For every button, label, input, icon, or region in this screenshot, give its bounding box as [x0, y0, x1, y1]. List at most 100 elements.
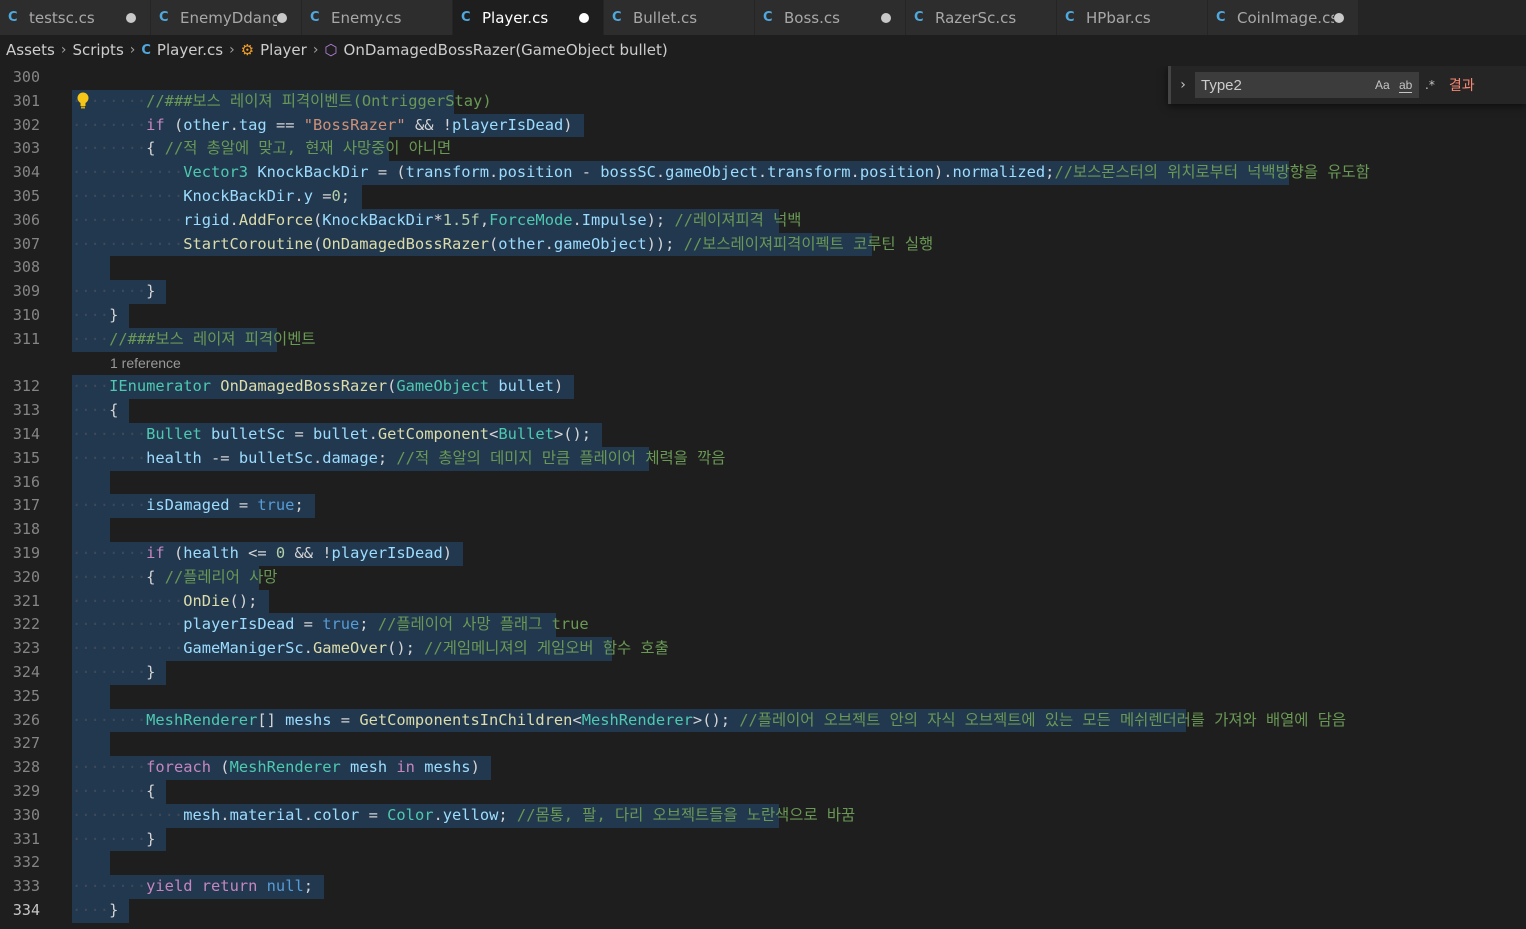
whitespace-indicator: ········	[72, 496, 147, 515]
code-line[interactable]: ········MeshRenderer[] meshs = GetCompon…	[72, 709, 1346, 733]
code-line[interactable]: ········}	[72, 828, 155, 852]
codelens-references[interactable]: 1 reference	[110, 352, 181, 376]
code-line[interactable]: ········Bullet bulletSc = bullet.GetComp…	[72, 423, 591, 447]
code-line[interactable]: ············Vector3 KnockBackDir = (tran…	[72, 161, 1370, 185]
code-token: <	[572, 710, 582, 729]
csharp-file-icon: C	[1216, 10, 1226, 25]
code-token: ();	[387, 639, 425, 658]
code-token: ;	[359, 615, 378, 634]
whitespace-indicator: ····	[72, 329, 110, 348]
whitespace-indicator: ············	[72, 163, 184, 182]
whitespace-indicator: ········	[72, 758, 147, 777]
code-line[interactable]: ············StartCoroutine(OnDamagedBoss…	[72, 233, 933, 257]
close-tab-placeholder[interactable]	[1183, 13, 1193, 23]
tab-testsc-cs[interactable]: Ctestsc.cs	[0, 0, 151, 35]
code-line[interactable]: ········{ //플레리어 사망	[72, 566, 277, 590]
code-token: bullet	[498, 377, 554, 396]
code-area[interactable]: ········//###보스 레이져 피격이벤트(OntriggerStay)…	[72, 66, 1526, 929]
breadcrumb-scripts[interactable]: Scripts	[72, 41, 123, 59]
code-token: y	[303, 187, 313, 205]
regex-toggle[interactable]: .*	[1425, 78, 1435, 92]
code-line[interactable]: ····}	[72, 304, 118, 328]
whitespace-indicator: ········	[72, 448, 147, 467]
code-line[interactable]: ············playerIsDead = true; //플레이어 …	[72, 613, 589, 637]
lightbulb-icon[interactable]	[76, 92, 90, 110]
unsaved-dot-icon[interactable]	[126, 12, 136, 23]
code-token: //보스레이져피격이펙트 코루틴 실행	[683, 234, 934, 253]
code-token: other	[183, 115, 230, 134]
breadcrumb-method[interactable]: OnDamagedBossRazer(GameObject bullet)	[344, 41, 668, 59]
whole-word-toggle[interactable]: ab	[1399, 78, 1413, 93]
breadcrumb-assets[interactable]: Assets	[6, 41, 55, 59]
whitespace-indicator: ············	[72, 210, 184, 229]
close-tab-placeholder[interactable]	[1032, 13, 1042, 23]
tab-player-cs[interactable]: C Player.cs	[453, 0, 604, 35]
code-line[interactable]: ············OnDie();	[72, 590, 257, 614]
csharp-file-icon: C	[461, 10, 471, 25]
code-editor[interactable]: 300 301 302 303 304 305 306 307 308 309 310 311 312 3…	[0, 66, 1526, 929]
close-tab-placeholder[interactable]	[428, 13, 438, 23]
code-line[interactable]: ············rigid.AddForce(KnockBackDir*…	[72, 209, 801, 233]
whitespace-indicator: ········	[72, 282, 147, 301]
code-token: .	[303, 805, 313, 824]
find-query: Type2	[1201, 76, 1242, 94]
unsaved-dot-icon[interactable]	[881, 12, 891, 23]
unsaved-dot-icon[interactable]	[277, 12, 287, 23]
code-token: bullet	[312, 425, 369, 443]
line-number: 309	[12, 282, 40, 301]
code-token: //###보스 레이져 피격이벤트	[109, 329, 316, 348]
code-token: Bullet	[498, 425, 554, 443]
code-line[interactable]: ········yield return null;	[72, 875, 313, 899]
code-line[interactable]: ····IEnumerator OnDamagedBossRazer(GameO…	[72, 375, 563, 399]
code-token: )	[470, 758, 480, 777]
code-line[interactable]: ····//###보스 레이져 피격이벤트	[72, 328, 316, 352]
code-line[interactable]: ········health -= bulletSc.damage; //적 총…	[72, 447, 725, 471]
breadcrumb-class[interactable]: Player	[260, 41, 307, 59]
tab-hpbar-cs[interactable]: C HPbar.cs	[1057, 0, 1208, 35]
tab-enemyddangermark-cs[interactable]: C EnemyDdangerMark.cs	[151, 0, 302, 35]
tab-enemy-cs[interactable]: C Enemy.cs	[302, 0, 453, 35]
code-token: damage	[322, 448, 378, 467]
code-line[interactable]: ····{	[72, 399, 118, 423]
line-number: 308	[12, 258, 40, 277]
tab-label: Enemy.cs	[331, 8, 402, 27]
code-token: foreach	[146, 758, 212, 777]
close-tab-placeholder[interactable]	[730, 13, 740, 23]
code-line[interactable]: ········}	[72, 661, 155, 685]
code-token: //플레리어 사망	[164, 567, 278, 586]
find-input[interactable]: Type2 Aa ab	[1195, 72, 1419, 98]
unsaved-dot-icon[interactable]	[1334, 12, 1344, 23]
code-line[interactable]: ········isDamaged = true;	[72, 494, 304, 518]
code-token: (	[312, 234, 323, 253]
code-line[interactable]: ········foreach (MeshRenderer mesh in me…	[72, 756, 480, 780]
code-token: bulletSc	[211, 425, 286, 443]
tab-bullet-cs[interactable]: C Bullet.cs	[604, 0, 755, 35]
code-token: //몸통, 팔, 다리 오브젝트들을 노란색으로 바꿈	[516, 805, 856, 824]
code-token: //게임메니져의 게임오버 함수 호출	[424, 639, 669, 658]
code-line[interactable]: ····}	[72, 899, 118, 923]
match-case-toggle[interactable]: Aa	[1375, 78, 1390, 92]
whitespace-indicator: ········	[72, 782, 147, 800]
tab-razersc-cs[interactable]: C RazerSc.cs	[906, 0, 1057, 35]
toggle-replace-chevron-icon[interactable]: ›	[1171, 77, 1195, 93]
tab-label: Bullet.cs	[633, 8, 698, 27]
code-token: material	[229, 805, 304, 824]
code-line[interactable]: ········//###보스 레이져 피격이벤트(OntriggerStay)	[72, 90, 492, 114]
selection-highlight	[72, 256, 110, 281]
code-line[interactable]: ········}	[72, 280, 155, 304]
code-line[interactable]: ············KnockBackDir.y =0;	[72, 185, 350, 209]
line-number: 327	[12, 734, 40, 753]
breadcrumb-file[interactable]: Player.cs	[157, 41, 223, 59]
code-line[interactable]: ········if (health <= 0 && !playerIsDead…	[72, 542, 452, 566]
code-line[interactable]: ········{	[72, 780, 155, 804]
whitespace-indicator: ············	[72, 615, 184, 634]
line-number: 325	[12, 686, 40, 705]
code-line[interactable]: ············GameManigerSc.GameOver(); //…	[72, 637, 669, 661]
code-line[interactable]: ········if (other.tag == "BossRazer" && …	[72, 114, 573, 138]
tab-coinimage-cs[interactable]: C CoinImage.cs	[1208, 0, 1359, 35]
code-line[interactable]: ········{ //적 총알에 맞고, 현재 사망중이 아니면	[72, 137, 451, 161]
tab-boss-cs[interactable]: C Boss.cs	[755, 0, 906, 35]
unsaved-dot-icon[interactable]	[579, 12, 589, 23]
code-line[interactable]: ············mesh.material.color = Color.…	[72, 804, 855, 828]
